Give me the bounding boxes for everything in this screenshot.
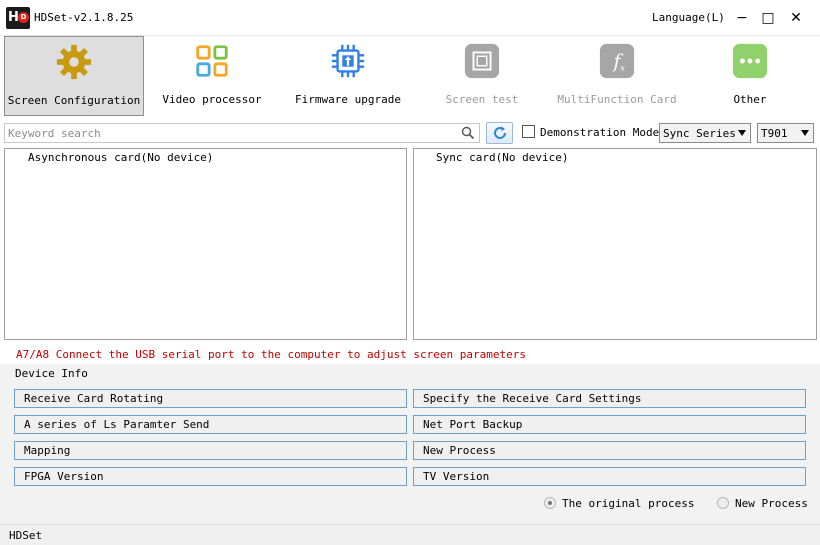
tool-label: Video processor bbox=[162, 93, 262, 106]
language-menu[interactable]: Language(L) bbox=[652, 11, 725, 24]
tool-screen-test[interactable]: Screen test bbox=[412, 36, 552, 116]
search-box bbox=[4, 123, 480, 143]
tool-label: Firmware upgrade bbox=[295, 93, 401, 106]
status-bar: HDSet bbox=[0, 524, 820, 545]
title-bar: HD HDSet-v2.1.8.25 Language(L) − □ ✕ bbox=[0, 0, 820, 36]
model-select-value: T901 bbox=[761, 127, 788, 140]
series-select-value: Sync Series bbox=[663, 127, 736, 140]
tool-video-processor[interactable]: Video processor bbox=[142, 36, 282, 116]
grid-icon bbox=[196, 45, 228, 77]
tool-label: MultiFunction Card bbox=[557, 93, 677, 106]
receive-card-settings-button[interactable]: Specify the Receive Card Settings bbox=[413, 389, 806, 408]
main-toolbar: Screen Configuration Video processor Fir… bbox=[0, 36, 820, 118]
device-info-title: Device Info bbox=[15, 367, 88, 380]
minimize-button[interactable]: − bbox=[730, 6, 754, 30]
series-select[interactable]: Sync Series bbox=[659, 123, 751, 143]
fpga-version-button[interactable]: FPGA Version bbox=[14, 467, 407, 486]
sync-card-item[interactable]: Sync card(No device) bbox=[436, 151, 568, 164]
new-process-radio[interactable] bbox=[717, 497, 729, 509]
button-label: Mapping bbox=[24, 444, 71, 457]
button-label: Specify the Receive Card Settings bbox=[423, 392, 642, 405]
more-icon bbox=[732, 43, 768, 79]
gear-icon bbox=[56, 44, 92, 80]
button-label: New Process bbox=[423, 444, 496, 457]
receive-card-rotating-button[interactable]: Receive Card Rotating bbox=[14, 389, 407, 408]
original-process-label: The original process bbox=[562, 497, 695, 510]
net-port-backup-button[interactable]: Net Port Backup bbox=[413, 415, 806, 434]
status-text: HDSet bbox=[9, 529, 43, 542]
tool-multifunction-card[interactable]: f x MultiFunction Card bbox=[547, 36, 687, 116]
chip-upload-icon bbox=[331, 44, 365, 78]
tool-screen-configuration[interactable]: Screen Configuration bbox=[4, 36, 144, 116]
svg-text:x: x bbox=[620, 64, 625, 74]
demo-mode-label: Demonstration Mode bbox=[540, 126, 660, 139]
new-process-button[interactable]: New Process bbox=[413, 441, 806, 460]
tool-firmware-upgrade[interactable]: Firmware upgrade bbox=[278, 36, 418, 116]
async-card-panel[interactable]: Asynchronous card(No device) bbox=[4, 148, 407, 340]
app-logo-icon: HD bbox=[6, 7, 30, 29]
button-label: Net Port Backup bbox=[423, 418, 523, 431]
tool-other[interactable]: Other bbox=[680, 36, 820, 116]
search-row: Demonstration Mode Sync Series T901 bbox=[0, 121, 820, 145]
original-process-radio[interactable] bbox=[544, 497, 556, 509]
close-icon: ✕ bbox=[790, 10, 802, 26]
refresh-icon bbox=[493, 126, 506, 139]
function-icon: f x bbox=[599, 43, 635, 79]
tool-label: Screen test bbox=[445, 93, 519, 106]
tool-label: Screen Configuration bbox=[7, 94, 141, 107]
button-label: A series of Ls Paramter Send bbox=[24, 418, 210, 431]
sync-card-panel[interactable]: Sync card(No device) bbox=[413, 148, 817, 340]
async-card-item[interactable]: Asynchronous card(No device) bbox=[28, 151, 213, 164]
minimize-icon: − bbox=[736, 10, 748, 26]
refresh-button[interactable] bbox=[486, 122, 513, 144]
maximize-button[interactable]: □ bbox=[756, 6, 780, 30]
button-label: Receive Card Rotating bbox=[24, 392, 164, 405]
tv-version-button[interactable]: TV Version bbox=[413, 467, 806, 486]
search-icon[interactable] bbox=[461, 126, 475, 140]
device-info-section: Device Info Receive Card Rotating A seri… bbox=[0, 364, 820, 524]
maximize-icon: □ bbox=[761, 10, 775, 26]
ls-parameter-send-button[interactable]: A series of Ls Paramter Send bbox=[14, 415, 407, 434]
window-title: HDSet-v2.1.8.25 bbox=[34, 11, 134, 24]
mapping-button[interactable]: Mapping bbox=[14, 441, 407, 460]
screen-test-icon bbox=[464, 43, 500, 79]
new-process-label: New Process bbox=[735, 497, 808, 510]
button-label: FPGA Version bbox=[24, 470, 104, 483]
search-input[interactable] bbox=[5, 124, 455, 142]
usb-hint-text: A7/A8 Connect the USB serial port to the… bbox=[16, 348, 526, 361]
dropdown-arrow-icon bbox=[801, 130, 809, 136]
dropdown-arrow-icon bbox=[738, 130, 746, 136]
tool-label: Other bbox=[733, 93, 767, 106]
button-label: TV Version bbox=[423, 470, 490, 483]
close-button[interactable]: ✕ bbox=[784, 6, 808, 30]
model-select[interactable]: T901 bbox=[757, 123, 814, 143]
demo-mode-checkbox[interactable] bbox=[522, 125, 535, 138]
